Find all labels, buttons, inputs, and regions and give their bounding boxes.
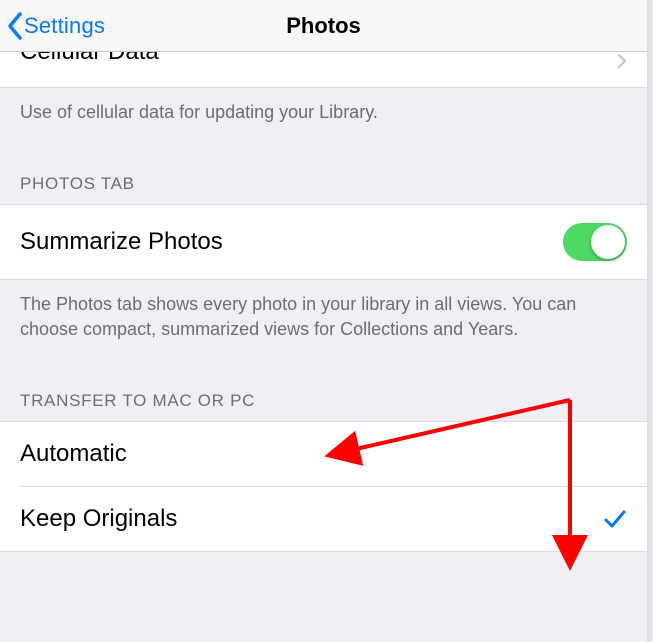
transfer-option-label: Keep Originals xyxy=(20,505,177,533)
transfer-option-automatic[interactable]: Automatic xyxy=(0,422,647,486)
toggle-knob xyxy=(591,225,625,259)
back-label: Settings xyxy=(24,13,105,39)
back-button[interactable]: Settings xyxy=(6,11,105,41)
transfer-header: TRANSFER TO MAC OR PC xyxy=(0,369,647,421)
cellular-data-row[interactable]: Cellular Data xyxy=(0,52,647,88)
transfer-option-label: Automatic xyxy=(20,440,127,468)
summarize-photos-label: Summarize Photos xyxy=(20,228,223,256)
transfer-group: Automatic Keep Originals xyxy=(0,421,647,552)
photos-tab-footer: The Photos tab shows every photo in your… xyxy=(0,280,647,369)
summarize-photos-row[interactable]: Summarize Photos xyxy=(0,204,647,280)
photos-tab-header: PHOTOS TAB xyxy=(0,152,647,204)
cellular-data-label: Cellular Data xyxy=(20,52,159,64)
cellular-footer: Use of cellular data for updating your L… xyxy=(0,88,647,152)
nav-bar: Settings Photos xyxy=(0,0,647,52)
chevron-right-icon xyxy=(617,53,627,74)
transfer-option-keep-originals[interactable]: Keep Originals xyxy=(0,487,647,551)
summarize-photos-toggle[interactable] xyxy=(563,223,627,261)
checkmark-icon xyxy=(603,509,627,529)
chevron-left-icon xyxy=(6,11,24,41)
